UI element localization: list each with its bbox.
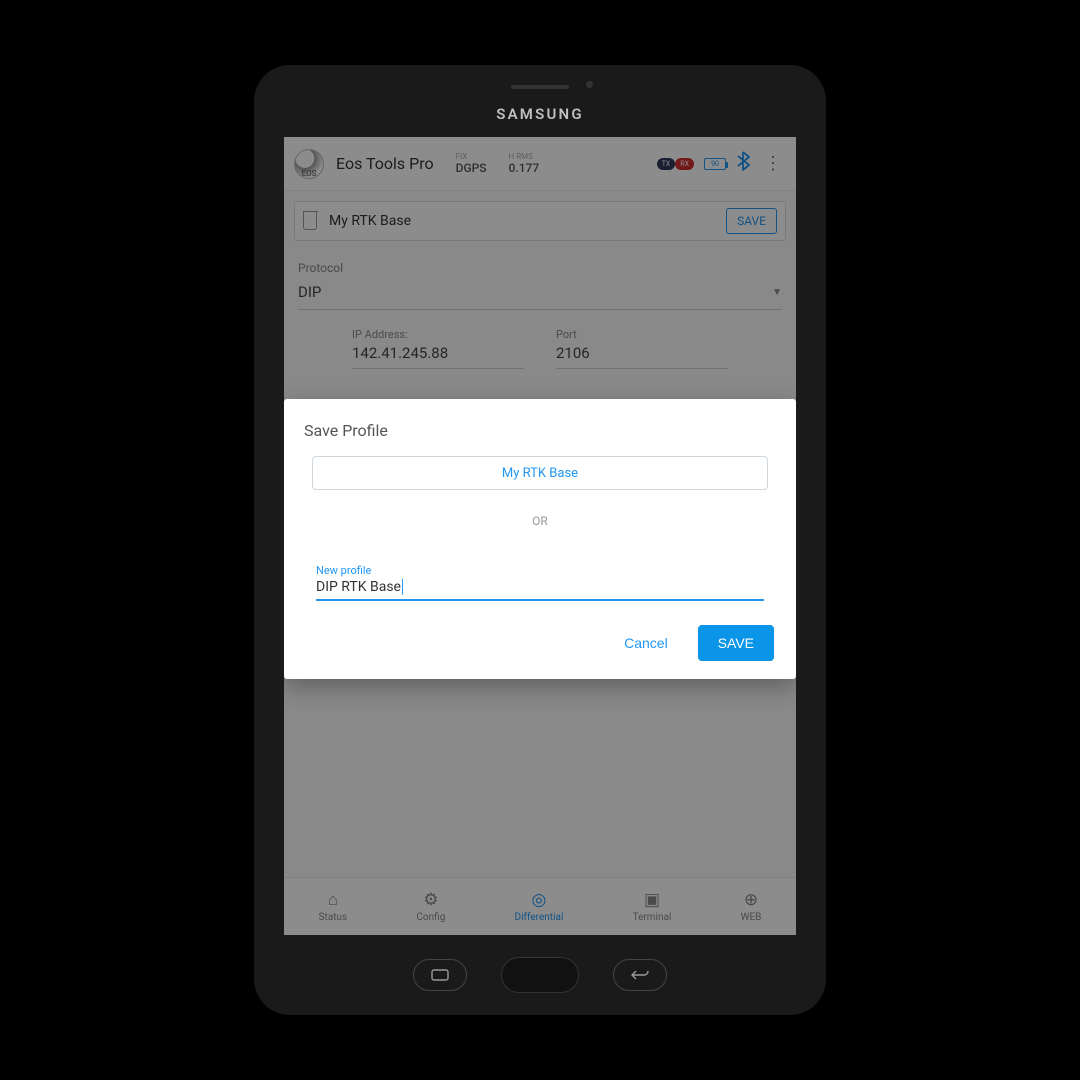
tablet-frame: SAMSUNG EOS Eos Tools Pro FIX DGPS H RMS… xyxy=(254,65,826,1015)
screen: EOS Eos Tools Pro FIX DGPS H RMS 0.177 T… xyxy=(284,137,796,935)
new-profile-label: New profile xyxy=(316,564,764,577)
hardware-buttons xyxy=(254,957,826,993)
save-profile-dialog: Save Profile My RTK Base OR New profile … xyxy=(284,399,796,679)
back-button[interactable] xyxy=(613,959,667,991)
device-brand: SAMSUNG xyxy=(254,105,826,123)
text-cursor xyxy=(402,579,404,595)
existing-profile-button[interactable]: My RTK Base xyxy=(312,456,768,490)
home-button[interactable] xyxy=(501,957,579,993)
recent-apps-button[interactable] xyxy=(413,959,467,991)
confirm-save-button[interactable]: SAVE xyxy=(698,625,774,661)
cancel-button[interactable]: Cancel xyxy=(624,635,668,651)
front-camera xyxy=(586,81,593,88)
new-profile-value: DIP RTK Base xyxy=(316,579,401,595)
dialog-title: Save Profile xyxy=(284,421,796,456)
or-divider: OR xyxy=(284,514,796,528)
new-profile-input[interactable]: DIP RTK Base xyxy=(316,579,764,601)
speaker-grille xyxy=(511,85,569,89)
